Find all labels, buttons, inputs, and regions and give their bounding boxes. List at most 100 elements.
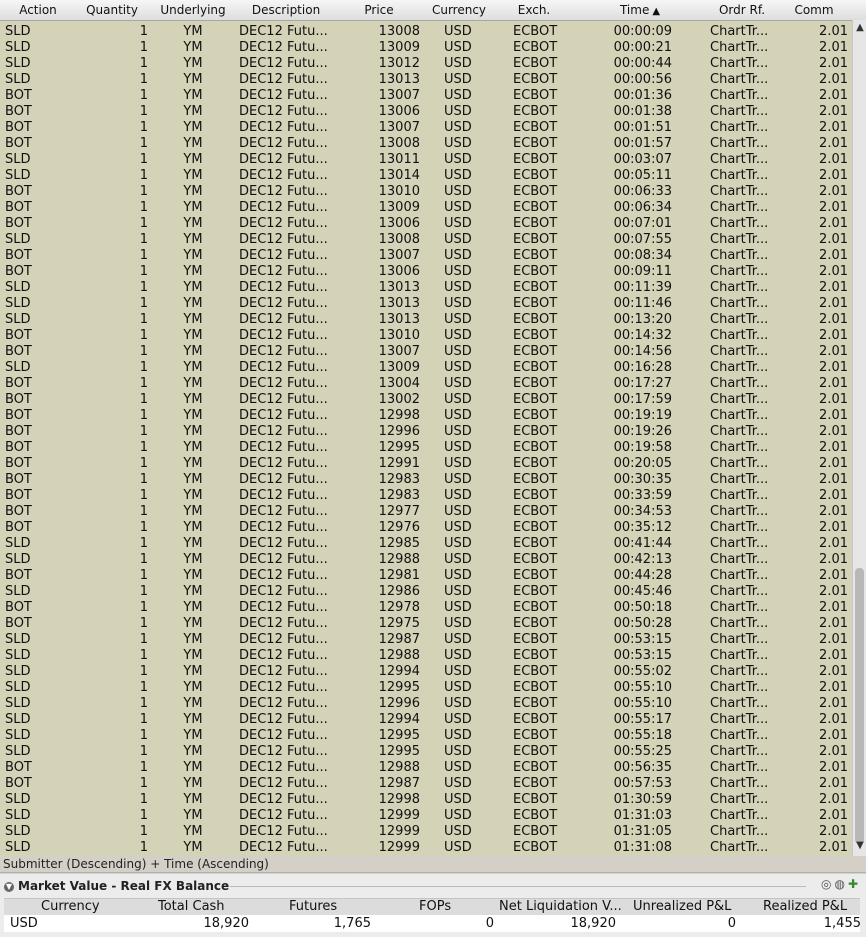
- scroll-up-arrow-icon[interactable]: ▲: [854, 22, 866, 33]
- table-row[interactable]: SLD 1 YM DEC12 Futu... 12995 USD ECBOT 00:55:18…: [0, 728, 852, 744]
- mv-header-realized-pnl[interactable]: Realized P&L: [763, 899, 847, 915]
- table-row[interactable]: BOT 1 YM DEC12 Futu... 12983 USD ECBOT 00:30:35…: [0, 472, 852, 488]
- cell-commission: 2.01: [819, 776, 848, 791]
- table-row[interactable]: BOT 1 YM DEC12 Futu... 13004 USD ECBOT 00:17:27…: [0, 376, 852, 392]
- cell-currency: USD: [444, 824, 472, 839]
- mv-header-futures[interactable]: Futures: [289, 899, 337, 915]
- table-row[interactable]: SLD 1 YM DEC12 Futu... 12999 USD ECBOT 01:31:08…: [0, 840, 852, 856]
- market-value-title-bar[interactable]: ▼ Market Value - Real FX Balance: [4, 878, 229, 894]
- mv-header-unrealized-pnl[interactable]: Unrealized P&L: [633, 899, 731, 915]
- table-row[interactable]: SLD 1 YM DEC12 Futu... 13009 USD ECBOT 00:00:21…: [0, 40, 852, 56]
- table-row[interactable]: BOT 1 YM DEC12 Futu... 13007 USD ECBOT 00:01:51…: [0, 120, 852, 136]
- table-row[interactable]: SLD 1 YM DEC12 Futu... 12996 USD ECBOT 00:55:10…: [0, 696, 852, 712]
- table-row[interactable]: BOT 1 YM DEC12 Futu... 12995 USD ECBOT 00:19:58…: [0, 440, 852, 456]
- table-row[interactable]: SLD 1 YM DEC12 Futu... 12986 USD ECBOT 00:45:46…: [0, 584, 852, 600]
- cell-quantity: 1: [139, 264, 148, 279]
- table-row[interactable]: SLD 1 YM DEC12 Futu... 12994 USD ECBOT 00:55:17…: [0, 712, 852, 728]
- cell-price: 13009: [378, 200, 420, 215]
- cell-order-ref: ChartTr...: [710, 680, 769, 695]
- table-row[interactable]: BOT 1 YM DEC12 Futu... 13007 USD ECBOT 00:14:56…: [0, 344, 852, 360]
- link-icon[interactable]: ◎: [821, 877, 831, 891]
- table-row[interactable]: SLD 1 YM DEC12 Futu... 13012 USD ECBOT 00:00:44…: [0, 56, 852, 72]
- table-row[interactable]: SLD 1 YM DEC12 Futu... 12994 USD ECBOT 00:55:02…: [0, 664, 852, 680]
- table-row[interactable]: SLD 1 YM DEC12 Futu... 13013 USD ECBOT 00:11:46…: [0, 296, 852, 312]
- trades-vertical-scrollbar[interactable]: ▲ ▼: [852, 20, 866, 856]
- column-header-action[interactable]: Action: [19, 3, 57, 17]
- table-row[interactable]: SLD 1 YM DEC12 Futu... 12995 USD ECBOT 00:55:25…: [0, 744, 852, 760]
- mv-header-net-liquidation[interactable]: Net Liquidation V...: [499, 899, 622, 915]
- table-row[interactable]: BOT 1 YM DEC12 Futu... 12981 USD ECBOT 00:44:28…: [0, 568, 852, 584]
- column-header-description[interactable]: Description: [252, 3, 320, 17]
- table-row[interactable]: BOT 1 YM DEC12 Futu... 13007 USD ECBOT 00:08:34…: [0, 248, 852, 264]
- cell-commission: 2.01: [819, 88, 848, 103]
- table-row[interactable]: SLD 1 YM DEC12 Futu... 13013 USD ECBOT 00:11:39…: [0, 280, 852, 296]
- table-row[interactable]: BOT 1 YM DEC12 Futu... 13006 USD ECBOT 00:09:11…: [0, 264, 852, 280]
- cell-quantity: 1: [139, 424, 148, 439]
- table-row[interactable]: SLD 1 YM DEC12 Futu... 12999 USD ECBOT 01:31:05…: [0, 824, 852, 840]
- table-row[interactable]: SLD 1 YM DEC12 Futu... 12987 USD ECBOT 00:53:15…: [0, 632, 852, 648]
- settings-icon[interactable]: ◍: [834, 877, 844, 891]
- table-row[interactable]: BOT 1 YM DEC12 Futu... 12976 USD ECBOT 00:35:12…: [0, 520, 852, 536]
- cell-time: 00:16:28: [613, 360, 672, 375]
- column-header-price[interactable]: Price: [364, 3, 393, 17]
- column-header-currency[interactable]: Currency: [432, 3, 486, 17]
- table-row[interactable]: BOT 1 YM DEC12 Futu... 13010 USD ECBOT 00:06:33…: [0, 184, 852, 200]
- cell-action: SLD: [5, 584, 31, 599]
- table-row[interactable]: BOT 1 YM DEC12 Futu... 12975 USD ECBOT 00:50:28…: [0, 616, 852, 632]
- column-header-underlying[interactable]: Underlying: [160, 3, 225, 17]
- column-header-order-ref[interactable]: Ordr Rf.: [719, 3, 765, 17]
- table-row[interactable]: BOT 1 YM DEC12 Futu... 12988 USD ECBOT 00:56:35…: [0, 760, 852, 776]
- add-icon[interactable]: ✚: [848, 877, 858, 891]
- scroll-down-arrow-icon[interactable]: ▼: [854, 840, 866, 851]
- cell-commission: 2.01: [819, 520, 848, 535]
- cell-currency: USD: [444, 424, 472, 439]
- table-row[interactable]: SLD 1 YM DEC12 Futu... 13014 USD ECBOT 00:05:11…: [0, 168, 852, 184]
- table-row[interactable]: BOT 1 YM DEC12 Futu... 12991 USD ECBOT 00:20:05…: [0, 456, 852, 472]
- column-header-commission[interactable]: Comm: [794, 3, 833, 17]
- table-row[interactable]: SLD 1 YM DEC12 Futu... 12998 USD ECBOT 01:30:59…: [0, 792, 852, 808]
- market-value-row[interactable]: USD 18,920 1,765 0 18,920 0 1,455: [4, 915, 861, 932]
- table-row[interactable]: SLD 1 YM DEC12 Futu... 12985 USD ECBOT 00:41:44…: [0, 536, 852, 552]
- cell-exchange: ECBOT: [513, 632, 558, 647]
- collapse-circle-icon[interactable]: ▼: [4, 881, 14, 892]
- table-row[interactable]: SLD 1 YM DEC12 Futu... 12995 USD ECBOT 00:55:10…: [0, 680, 852, 696]
- table-row[interactable]: SLD 1 YM DEC12 Futu... 12988 USD ECBOT 00:53:15…: [0, 648, 852, 664]
- table-row[interactable]: BOT 1 YM DEC12 Futu... 13006 USD ECBOT 00:07:01…: [0, 216, 852, 232]
- table-row[interactable]: SLD 1 YM DEC12 Futu... 13011 USD ECBOT 00:03:07…: [0, 152, 852, 168]
- table-row[interactable]: SLD 1 YM DEC12 Futu... 13013 USD ECBOT 00:13:20…: [0, 312, 852, 328]
- table-row[interactable]: BOT 1 YM DEC12 Futu... 13002 USD ECBOT 00:17:59…: [0, 392, 852, 408]
- table-row[interactable]: SLD 1 YM DEC12 Futu... 13008 USD ECBOT 00:00:09…: [0, 24, 852, 40]
- table-row[interactable]: SLD 1 YM DEC12 Futu... 13008 USD ECBOT 00:07:55…: [0, 232, 852, 248]
- table-row[interactable]: BOT 1 YM DEC12 Futu... 13010 USD ECBOT 00:14:32…: [0, 328, 852, 344]
- mv-header-currency[interactable]: Currency: [41, 899, 100, 915]
- cell-action: BOT: [5, 456, 32, 471]
- table-row[interactable]: BOT 1 YM DEC12 Futu... 12977 USD ECBOT 00:34:53…: [0, 504, 852, 520]
- table-row[interactable]: BOT 1 YM DEC12 Futu... 13006 USD ECBOT 00:01:38…: [0, 104, 852, 120]
- table-row[interactable]: SLD 1 YM DEC12 Futu... 13013 USD ECBOT 00:00:56…: [0, 72, 852, 88]
- column-header-time[interactable]: Time ▲: [620, 3, 660, 17]
- table-row[interactable]: BOT 1 YM DEC12 Futu... 12983 USD ECBOT 00:33:59…: [0, 488, 852, 504]
- table-row[interactable]: BOT 1 YM DEC12 Futu... 12998 USD ECBOT 00:19:19…: [0, 408, 852, 424]
- table-row[interactable]: SLD 1 YM DEC12 Futu... 12988 USD ECBOT 00:42:13…: [0, 552, 852, 568]
- scrollbar-thumb[interactable]: [855, 568, 864, 844]
- table-row[interactable]: SLD 1 YM DEC12 Futu... 13009 USD ECBOT 00:16:28…: [0, 360, 852, 376]
- table-row[interactable]: BOT 1 YM DEC12 Futu... 13009 USD ECBOT 00:06:34…: [0, 200, 852, 216]
- table-row[interactable]: BOT 1 YM DEC12 Futu... 12987 USD ECBOT 00:57:53…: [0, 776, 852, 792]
- mv-header-total-cash[interactable]: Total Cash: [158, 899, 225, 915]
- cell-description: DEC12 Futu...: [239, 72, 328, 87]
- cell-exchange: ECBOT: [513, 232, 558, 247]
- mv-header-fops[interactable]: FOPs: [419, 899, 451, 915]
- column-header-exchange[interactable]: Exch.: [518, 3, 551, 17]
- table-row[interactable]: BOT 1 YM DEC12 Futu... 12978 USD ECBOT 00:50:18…: [0, 600, 852, 616]
- table-row[interactable]: BOT 1 YM DEC12 Futu... 13008 USD ECBOT 00:01:57…: [0, 136, 852, 152]
- table-row[interactable]: SLD 1 YM DEC12 Futu... 12999 USD ECBOT 01:31:03…: [0, 808, 852, 824]
- table-row[interactable]: BOT 1 YM DEC12 Futu... 12996 USD ECBOT 00:19:26…: [0, 424, 852, 440]
- cell-price: 13007: [378, 344, 420, 359]
- cell-quantity: 1: [139, 40, 148, 55]
- cell-price: 13007: [378, 248, 420, 263]
- cell-commission: 2.01: [819, 232, 848, 247]
- column-header-quantity[interactable]: Quantity: [86, 3, 138, 17]
- cell-quantity: 1: [139, 520, 148, 535]
- table-row[interactable]: BOT 1 YM DEC12 Futu... 13007 USD ECBOT 00:01:36…: [0, 88, 852, 104]
- cell-currency: USD: [444, 440, 472, 455]
